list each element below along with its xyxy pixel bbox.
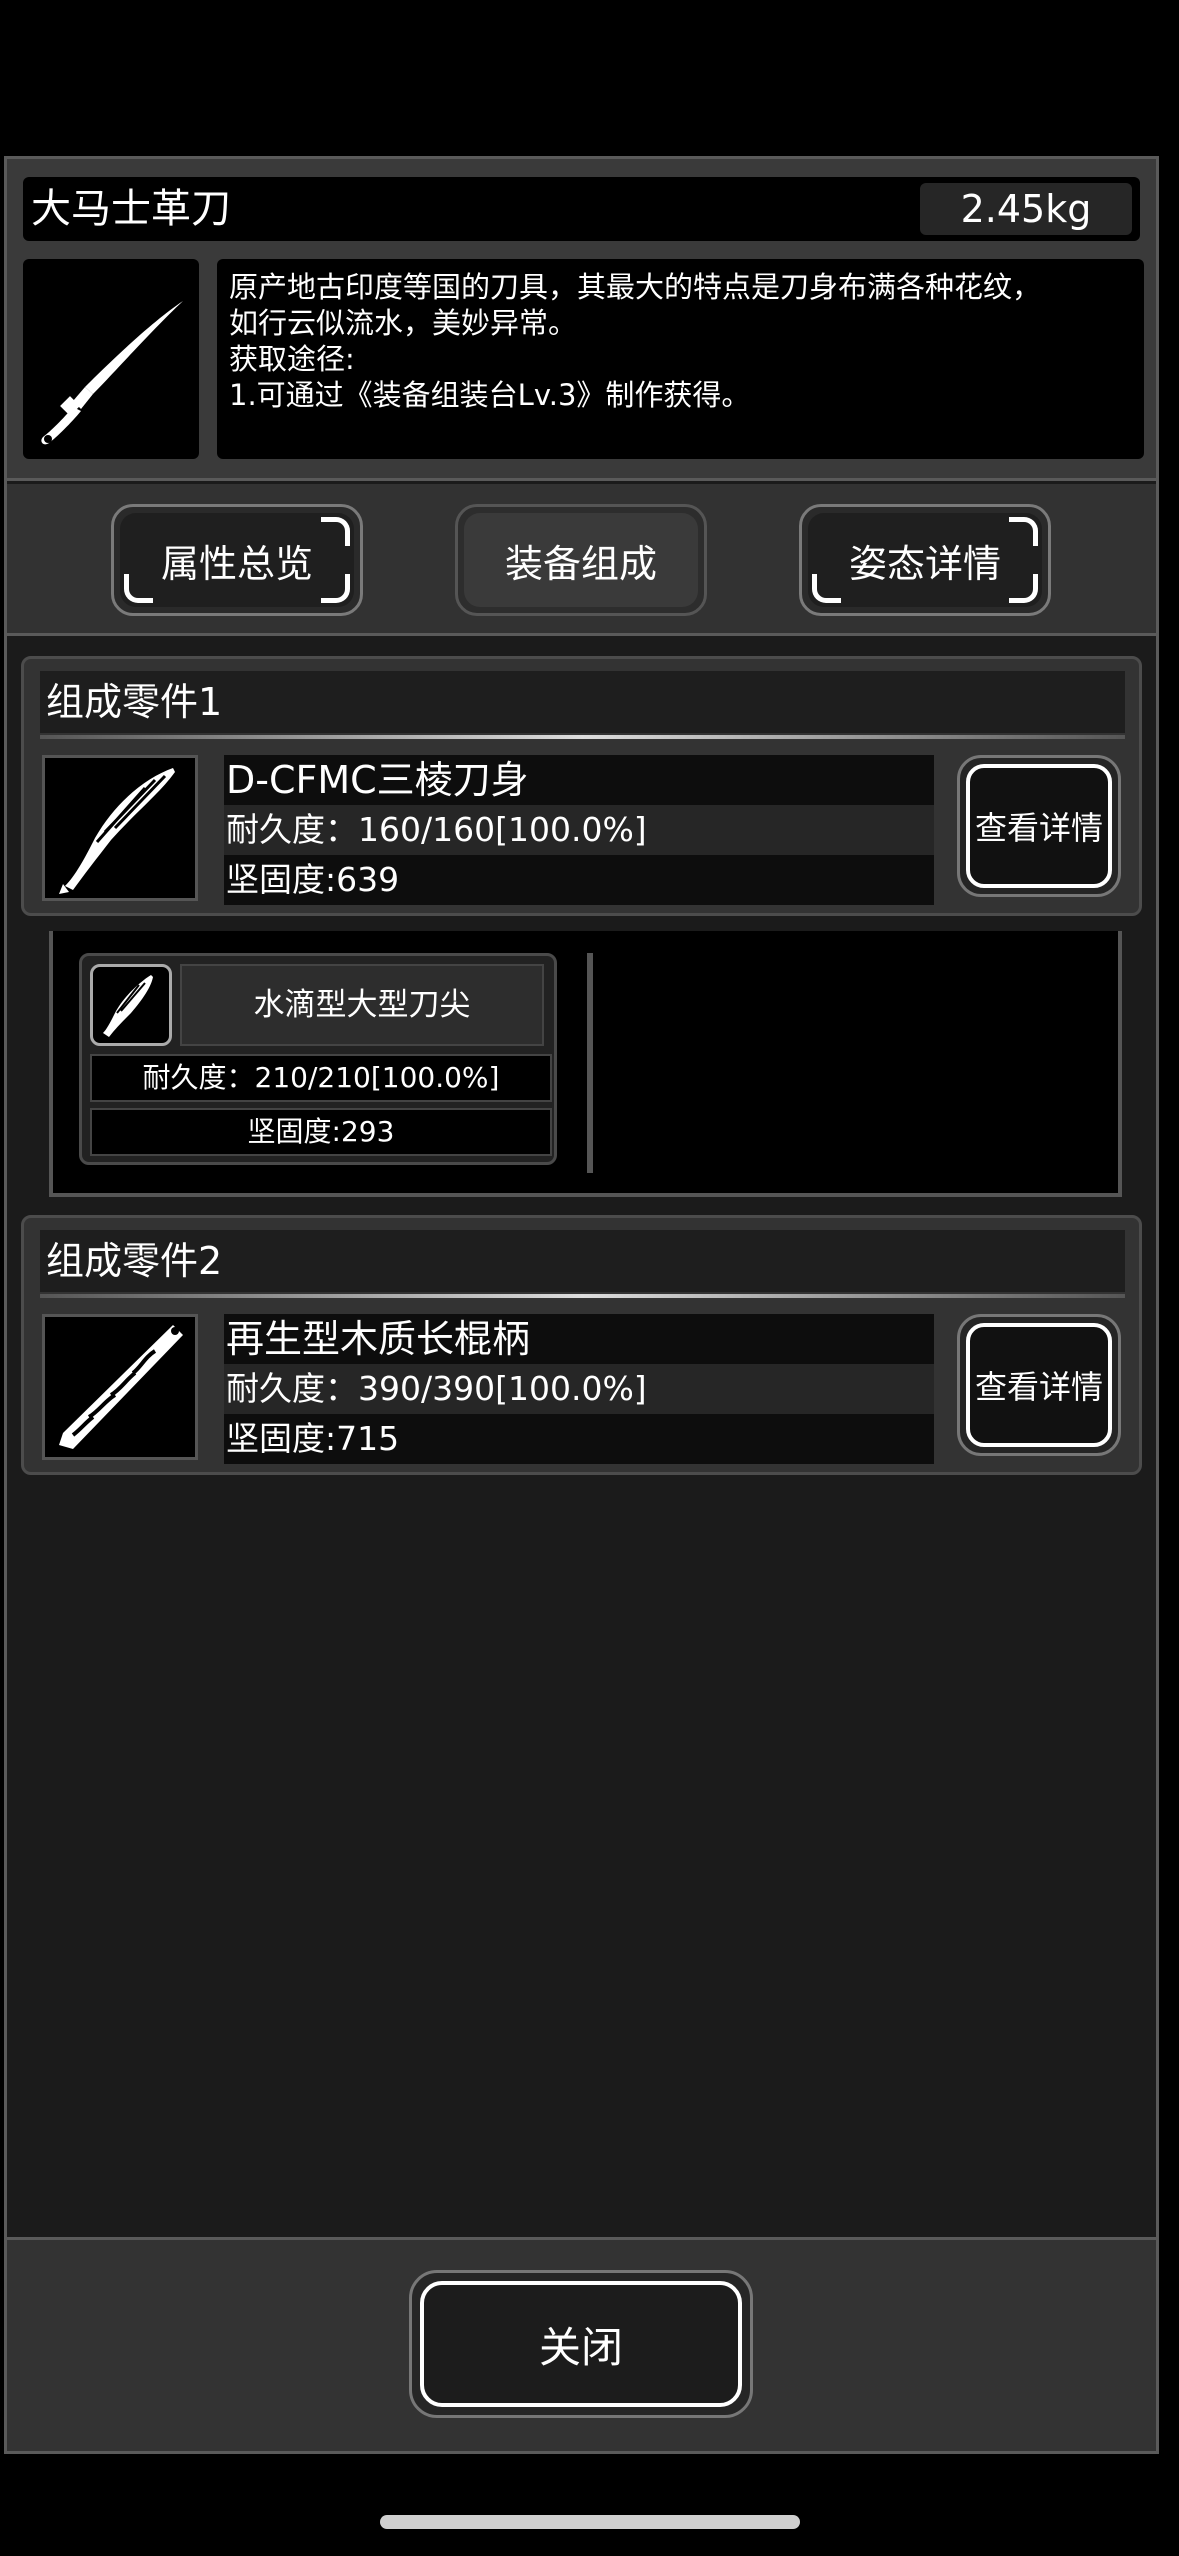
component-name: D-CFMC三棱刀身: [224, 755, 934, 805]
item-weight: 2.45kg: [920, 183, 1132, 235]
tab-attributes[interactable]: 属性总览: [111, 504, 363, 616]
tab-label: 姿态详情: [848, 541, 1001, 586]
title-bar: 大马士革刀 2.45kg: [23, 177, 1140, 241]
component-header: 组成零件2: [40, 1230, 1125, 1298]
blade-tip-icon: [90, 964, 172, 1046]
tab-stance[interactable]: 姿态详情: [799, 504, 1051, 616]
item-header: 大马士革刀 2.45kg 原产地古印度等国的刀具，其最大的特点是刀身布满各种花纹…: [7, 159, 1156, 481]
tab-composition[interactable]: 装备组成: [455, 504, 707, 616]
subpart-name: 水滴型大型刀尖: [180, 964, 544, 1046]
blade-icon: [42, 755, 198, 901]
view-details-button[interactable]: 查看详情: [957, 1314, 1121, 1456]
tab-label: 属性总览: [160, 541, 313, 586]
subpart-area: 水滴型大型刀尖 耐久度：210/210[100.0%] 坚固度:293: [49, 931, 1122, 1197]
view-details-button[interactable]: 查看详情: [957, 755, 1121, 897]
close-button[interactable]: 关闭: [409, 2270, 753, 2418]
footer-bar: 关闭: [7, 2237, 1156, 2451]
subpart-card[interactable]: 水滴型大型刀尖 耐久度：210/210[100.0%] 坚固度:293: [79, 953, 557, 1165]
component-info: D-CFMC三棱刀身 耐久度：160/160[100.0%] 坚固度:639: [224, 755, 934, 905]
subpart-divider: [587, 953, 593, 1173]
component-card-2: 组成零件2 再生型木质长棍柄 耐久度：390/390[100.0%] 坚固度:7…: [21, 1215, 1142, 1475]
subpart-durability: 耐久度：210/210[100.0%]: [90, 1054, 552, 1102]
equipment-panel: 大马士革刀 2.45kg 原产地古印度等国的刀具，其最大的特点是刀身布满各种花纹…: [4, 156, 1159, 2454]
subpart-hardness: 坚固度:293: [90, 1108, 552, 1156]
component-info: 再生型木质长棍柄 耐久度：390/390[100.0%] 坚固度:715: [224, 1314, 934, 1464]
wooden-handle-icon: [42, 1314, 198, 1460]
item-description: 原产地古印度等国的刀具，其最大的特点是刀身布满各种花纹， 如行云似流水，美妙异常…: [217, 259, 1144, 459]
button-label: 查看详情: [974, 1368, 1103, 1406]
component-card-1: 组成零件1 D-CFMC三棱刀身 耐久度：160/160[100.0%] 坚固度…: [21, 656, 1142, 916]
component-header: 组成零件1: [40, 671, 1125, 739]
button-label: 关闭: [538, 2322, 623, 2372]
component-hardness: 坚固度:639: [224, 855, 934, 905]
component-durability: 耐久度：390/390[100.0%]: [224, 1364, 934, 1414]
button-label: 查看详情: [974, 809, 1103, 847]
component-name: 再生型木质长棍柄: [224, 1314, 934, 1364]
component-hardness: 坚固度:715: [224, 1414, 934, 1464]
tab-bar: 属性总览 装备组成 姿态详情: [7, 484, 1156, 636]
item-name: 大马士革刀: [31, 186, 231, 232]
tab-label: 装备组成: [504, 541, 657, 586]
home-indicator[interactable]: [380, 2515, 800, 2529]
knife-icon: [23, 259, 199, 459]
component-durability: 耐久度：160/160[100.0%]: [224, 805, 934, 855]
